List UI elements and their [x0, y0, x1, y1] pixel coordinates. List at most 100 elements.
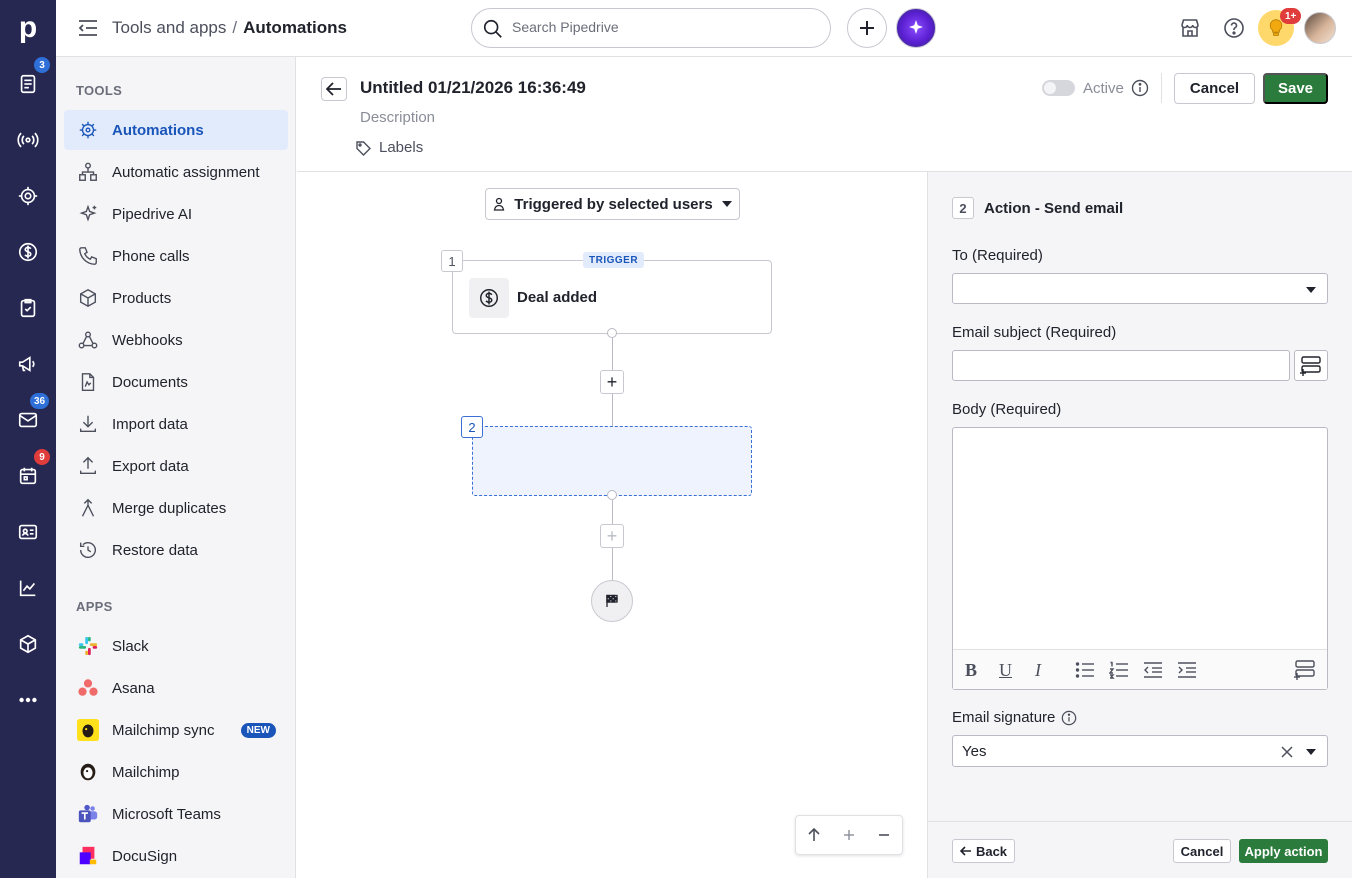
active-toggle[interactable] — [1042, 80, 1075, 96]
deals-dollar-icon[interactable] — [0, 224, 56, 280]
bold-icon[interactable]: B — [965, 660, 977, 681]
add-step-button-disabled[interactable]: + — [600, 524, 624, 548]
sidebar-item-asana[interactable]: Asana — [64, 668, 288, 708]
connector-dot — [607, 490, 617, 500]
sidebar-item-slack[interactable]: Slack — [64, 626, 288, 666]
slack-icon — [76, 634, 100, 658]
caret-down-icon — [721, 201, 732, 207]
back-step-button[interactable]: Back — [952, 839, 1015, 863]
caret-down-icon[interactable] — [1305, 748, 1317, 756]
info-icon[interactable] — [1131, 79, 1149, 97]
pipedrive-logo[interactable]: p — [0, 0, 56, 56]
add-step-button[interactable]: + — [600, 370, 624, 394]
breadcrumb-current: Automations — [243, 18, 347, 37]
sidebar-item-label: Export data — [112, 457, 189, 475]
body-editor[interactable]: B U I — [952, 427, 1328, 690]
sidebar-item-phone-calls[interactable]: Phone calls — [64, 236, 288, 276]
insights-chart-icon[interactable] — [0, 560, 56, 616]
insert-field-icon — [1300, 355, 1321, 376]
sidebar-item-import-data[interactable]: Import data — [64, 404, 288, 444]
contacts-card-icon[interactable] — [0, 504, 56, 560]
signature-select[interactable]: Yes — [952, 735, 1328, 767]
sidebar-item-label: Import data — [112, 415, 188, 433]
cancel-button[interactable]: Cancel — [1174, 73, 1255, 104]
apply-action-button[interactable]: Apply action — [1239, 839, 1328, 863]
to-select[interactable] — [952, 273, 1328, 304]
finish-node — [591, 580, 633, 622]
sidebar-item-mailchimp-sync[interactable]: Mailchimp sync NEW — [64, 710, 288, 750]
underline-icon[interactable]: U — [999, 660, 1012, 681]
ai-assistant-button[interactable] — [896, 8, 936, 48]
products-box-icon[interactable] — [0, 616, 56, 672]
save-button[interactable]: Save — [1263, 73, 1328, 104]
mailchimp-icon — [76, 760, 100, 784]
trigger-step-card[interactable]: Deal added — [452, 260, 772, 334]
sidebar-item-automatic-assignment[interactable]: Automatic assignment — [64, 152, 288, 192]
automation-title[interactable]: Untitled 01/21/2026 16:36:49 — [360, 78, 586, 98]
workflow-canvas[interactable]: Triggered by selected users Deal added 1… — [297, 172, 927, 878]
panel-cancel-button[interactable]: Cancel — [1173, 839, 1231, 863]
more-dots-icon[interactable] — [0, 672, 56, 728]
leads-count-badge: 3 — [34, 57, 50, 73]
action-step-placeholder[interactable] — [472, 426, 752, 496]
labels-button[interactable]: Labels — [355, 139, 423, 156]
insert-field-icon[interactable] — [1293, 659, 1317, 681]
global-search[interactable] — [471, 8, 831, 48]
indent-icon[interactable] — [1177, 661, 1197, 679]
sidebar-item-mailchimp[interactable]: Mailchimp — [64, 752, 288, 792]
back-button[interactable] — [321, 77, 347, 101]
sidebar-item-label: Phone calls — [112, 247, 190, 265]
sidebar-item-label: Mailchimp sync — [112, 721, 215, 739]
outdent-icon[interactable] — [1143, 661, 1163, 679]
italic-icon[interactable]: I — [1035, 660, 1041, 681]
help-icon[interactable] — [1222, 16, 1246, 40]
description-field[interactable]: Description — [360, 109, 435, 126]
sidebar-item-documents[interactable]: Documents — [64, 362, 288, 402]
sidebar-item-label: Pipedrive AI — [112, 205, 193, 223]
sparkle-icon — [76, 202, 100, 226]
zoom-in-icon[interactable] — [842, 828, 856, 842]
sidebar-item-microsoft-teams[interactable]: Microsoft Teams — [64, 794, 288, 834]
notification-badge: 1+ — [1280, 8, 1302, 24]
panel-header: 2 Action - Send email — [952, 197, 1123, 219]
sidebar-item-label: Asana — [112, 679, 155, 697]
clear-icon[interactable] — [1281, 746, 1293, 758]
sidebar-item-merge-duplicates[interactable]: Merge duplicates — [64, 488, 288, 528]
sidebar-item-restore-data[interactable]: Restore data — [64, 530, 288, 570]
zoom-out-icon[interactable] — [877, 828, 891, 842]
quick-add-button[interactable] — [847, 8, 887, 48]
campaigns-megaphone-icon[interactable] — [0, 336, 56, 392]
finish-flag-icon — [606, 594, 618, 607]
sidebar-item-docusign[interactable]: DocuSign — [64, 836, 288, 876]
numbered-list-icon[interactable] — [1109, 661, 1129, 679]
info-icon[interactable] — [1061, 710, 1077, 726]
sidebar-item-label: Microsoft Teams — [112, 805, 221, 823]
campaigns-broadcast-icon[interactable] — [0, 112, 56, 168]
sidebar-item-label: Webhooks — [112, 331, 183, 349]
arrow-up-icon[interactable] — [807, 828, 821, 842]
teams-icon — [76, 802, 100, 826]
export-icon — [76, 454, 100, 478]
marketplace-icon[interactable] — [1178, 16, 1202, 40]
breadcrumb-parent[interactable]: Tools and apps — [112, 18, 226, 37]
sidebar-item-automations[interactable]: Automations — [64, 110, 288, 150]
user-avatar[interactable] — [1304, 12, 1336, 44]
collapse-menu-icon[interactable] — [78, 19, 98, 37]
sidebar-item-export-data[interactable]: Export data — [64, 446, 288, 486]
tasks-checklist-icon[interactable] — [0, 280, 56, 336]
arrow-left-icon — [326, 82, 341, 96]
subject-input[interactable] — [952, 350, 1290, 381]
insert-field-button[interactable] — [1294, 350, 1328, 381]
subject-label: Email subject (Required) — [952, 324, 1117, 341]
target-icon[interactable] — [0, 168, 56, 224]
action-settings-panel: 2 Action - Send email To (Required) Emai… — [927, 172, 1352, 878]
step-number-1: 1 — [441, 250, 463, 272]
sidebar-item-webhooks[interactable]: Webhooks — [64, 320, 288, 360]
sidebar-item-products[interactable]: Products — [64, 278, 288, 318]
bullet-list-icon[interactable] — [1075, 661, 1095, 679]
sidebar-item-pipedrive-ai[interactable]: Pipedrive AI — [64, 194, 288, 234]
sidebar-item-label: Automations — [112, 121, 204, 139]
search-input[interactable] — [512, 19, 812, 35]
trigger-user-selector[interactable]: Triggered by selected users — [485, 188, 740, 220]
panel-title: Action - Send email — [984, 199, 1124, 217]
